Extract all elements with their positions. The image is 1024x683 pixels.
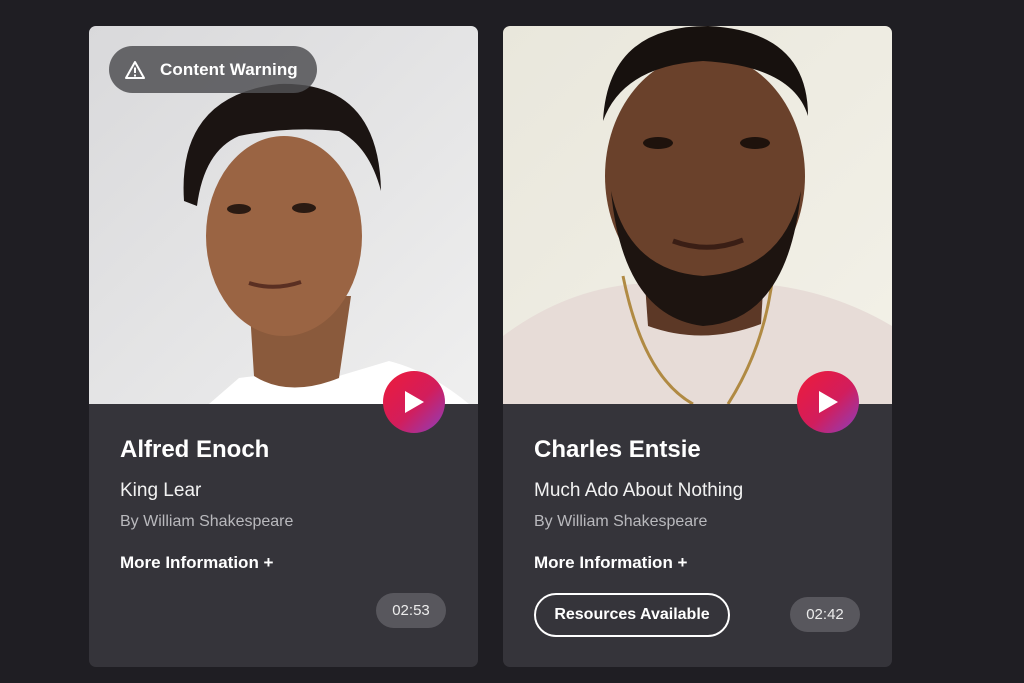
- resources-available-button[interactable]: Resources Available: [534, 593, 730, 637]
- video-card[interactable]: Content Warning Alfred Enoch King Lear B…: [89, 26, 478, 667]
- duration-badge: 02:53: [376, 593, 446, 628]
- play-title: King Lear: [120, 480, 202, 501]
- play-button[interactable]: [797, 371, 859, 433]
- video-card-grid: Content Warning Alfred Enoch King Lear B…: [0, 0, 1024, 683]
- actor-name: Charles Entsie: [534, 436, 701, 463]
- content-warning-label: Content Warning: [160, 59, 298, 79]
- play-author: By William Shakespeare: [120, 513, 294, 530]
- play-author: By William Shakespeare: [534, 513, 708, 530]
- actor-name: Alfred Enoch: [120, 436, 270, 463]
- content-warning-badge[interactable]: Content Warning: [109, 46, 317, 93]
- play-icon: [405, 391, 424, 413]
- actor-photo: [503, 26, 892, 404]
- play-title: Much Ado About Nothing: [534, 480, 744, 501]
- more-information-link[interactable]: More Information +: [120, 553, 273, 573]
- warning-triangle-icon: [125, 60, 145, 79]
- play-icon: [819, 391, 838, 413]
- duration-badge: 02:42: [790, 597, 860, 632]
- video-card[interactable]: Charles Entsie Much Ado About Nothing By…: [503, 26, 892, 667]
- more-information-link[interactable]: More Information +: [534, 553, 687, 573]
- play-button[interactable]: [383, 371, 445, 433]
